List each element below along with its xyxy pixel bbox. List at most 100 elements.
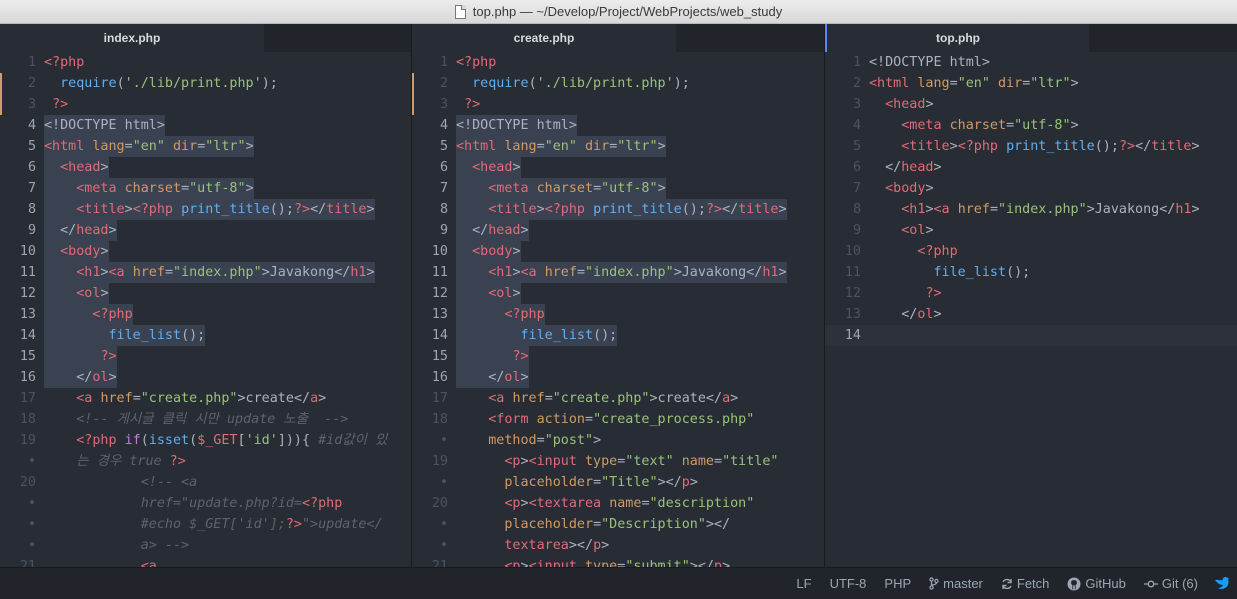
code-line[interactable]: 1 <?php [0,52,411,73]
code-line[interactable]: 21 <a [0,556,411,567]
line-number[interactable]: 2 [825,73,861,94]
code-text[interactable]: <html lang="en" dir="ltr"> [44,136,254,157]
line-number[interactable]: 21 [412,556,448,567]
code-text[interactable]: <ol> [44,283,109,304]
line-number[interactable]: 12 [825,283,861,304]
line-number[interactable]: 5 [0,136,36,157]
code-line[interactable]: 12 <ol> [412,283,824,304]
code-text[interactable]: <meta charset="utf-8"> [869,115,1078,136]
code-text[interactable]: <!-- <a [44,472,197,493]
line-number[interactable]: 13 [412,304,448,325]
code-text[interactable]: <ol> [456,283,521,304]
code-text[interactable]: <?php if(isset($_GET['id'])){ #id값이 있 [44,430,387,451]
code-line[interactable]: • textarea></p> [412,535,824,556]
editor-pane-create[interactable]: create.php 1 <?php 2 require('./lib/print.… [412,24,824,567]
code-text[interactable]: <h1><a href="index.php">Javakong</h1> [456,262,787,283]
code-line[interactable]: • a> --> [0,535,411,556]
line-number[interactable]: 15 [412,346,448,367]
code-line[interactable]: 1 <?php [412,52,824,73]
code-text[interactable]: <head> [456,157,521,178]
line-number[interactable]: 9 [825,220,861,241]
code-text[interactable]: <html lang="en" dir="ltr"> [456,136,666,157]
code-text[interactable]: a> --> [44,535,189,556]
line-number[interactable]: 17 [412,388,448,409]
code-text[interactable]: <meta charset="utf-8"> [44,178,254,199]
code-text[interactable]: <?php [44,304,133,325]
code-text[interactable]: <!DOCTYPE html> [869,52,990,73]
line-number[interactable]: 9 [412,220,448,241]
code-text[interactable]: ?> [44,346,117,367]
line-number[interactable]: 5 [412,136,448,157]
code-text[interactable]: placeholder="Description"></ [456,514,730,535]
code-line[interactable]: 17 <a href="create.php">create</a> [0,388,411,409]
code-line[interactable]: 4 <!DOCTYPE html> [412,115,824,136]
line-number[interactable]: 20 [412,493,448,514]
code-text[interactable]: <?php [869,241,957,262]
git-button[interactable]: Git (6) [1143,576,1198,591]
code-text[interactable]: <html lang="en" dir="ltr"> [869,73,1079,94]
code-text[interactable]: </head> [869,157,941,178]
github-button[interactable]: GitHub [1067,576,1126,591]
code-text[interactable]: <a href="create.php">create</a> [456,388,738,409]
code-text[interactable]: href="update.php?id=<?php [44,493,343,514]
code-text[interactable]: <?php [44,52,84,73]
line-number[interactable]: • [0,514,36,535]
code-line[interactable]: 5 <html lang="en" dir="ltr"> [412,136,824,157]
code-line[interactable]: 5 <html lang="en" dir="ltr"> [0,136,411,157]
line-number[interactable]: 5 [825,136,861,157]
code-text[interactable]: <title><?php print_title();?></title> [869,136,1199,157]
code-line[interactable]: 8 <title><?php print_title();?></title> [0,199,411,220]
code-text[interactable]: <body> [44,241,109,262]
code-text[interactable]: <head> [44,157,109,178]
line-number[interactable]: 16 [0,367,36,388]
code-line[interactable]: 3 ?> [412,94,824,115]
line-number[interactable]: • [412,535,448,556]
line-number[interactable]: 11 [825,262,861,283]
code-text[interactable]: <a href="create.php">create</a> [44,388,326,409]
line-number[interactable]: 3 [412,94,448,115]
code-text[interactable]: #echo $_GET['id'];?>">update</ [44,514,383,535]
code-line[interactable]: 16 </ol> [412,367,824,388]
line-number[interactable]: 3 [825,94,861,115]
code-line[interactable]: 10 <body> [0,241,411,262]
line-ending[interactable]: LF [796,576,811,591]
code-line[interactable]: 21 <p><input type="submit"></p> [412,556,824,567]
line-number[interactable]: • [412,514,448,535]
code-text[interactable]: <!-- 게시글 클릭 시만 update 노출 --> [44,409,348,430]
line-number[interactable]: 14 [0,325,36,346]
code-text[interactable]: <p><input type="submit"></p> [456,556,730,567]
code-line[interactable]: • 는 경우 true ?> [0,451,411,472]
code-line[interactable]: 9 <ol> [825,220,1237,241]
code-line[interactable]: 3 <head> [825,94,1237,115]
line-number[interactable]: 13 [825,304,861,325]
code-text[interactable]: </head> [456,220,529,241]
code-line[interactable]: 9 </head> [0,220,411,241]
line-number[interactable]: • [412,472,448,493]
line-number[interactable]: • [0,535,36,556]
line-number[interactable]: 7 [0,178,36,199]
line-number[interactable]: 14 [825,325,861,346]
code-text[interactable]: <head> [869,94,933,115]
line-number[interactable]: 9 [0,220,36,241]
code-text[interactable]: <meta charset="utf-8"> [456,178,666,199]
code-line[interactable]: • #echo $_GET['id'];?>">update</ [0,514,411,535]
line-number[interactable]: 19 [0,430,36,451]
code-line[interactable]: 19 <p><input type="text" name="title" [412,451,824,472]
code-text[interactable]: <p><input type="text" name="title" [456,451,778,472]
code-line[interactable]: 13 <?php [0,304,411,325]
code-text[interactable]: <a [44,556,157,567]
line-number[interactable]: 7 [412,178,448,199]
code-text[interactable]: <?php [456,304,545,325]
code-text[interactable]: <h1><a href="index.php">Javakong</h1> [44,262,375,283]
code-line[interactable]: 19 <?php if(isset($_GET['id'])){ #id값이 있 [0,430,411,451]
code-line[interactable]: 4 <!DOCTYPE html> [0,115,411,136]
code-text[interactable]: ?> [456,346,529,367]
tab-create-php[interactable]: create.php [412,24,676,52]
line-number[interactable]: 20 [0,472,36,493]
code-line[interactable]: 8 <h1><a href="index.php">Javakong</h1> [825,199,1237,220]
code-text[interactable]: <h1><a href="index.php">Javakong</h1> [869,199,1199,220]
code-text[interactable]: placeholder="Title"></p> [456,472,698,493]
line-number[interactable]: 10 [825,241,861,262]
code-line[interactable]: 10 <?php [825,241,1237,262]
line-number[interactable]: 10 [412,241,448,262]
